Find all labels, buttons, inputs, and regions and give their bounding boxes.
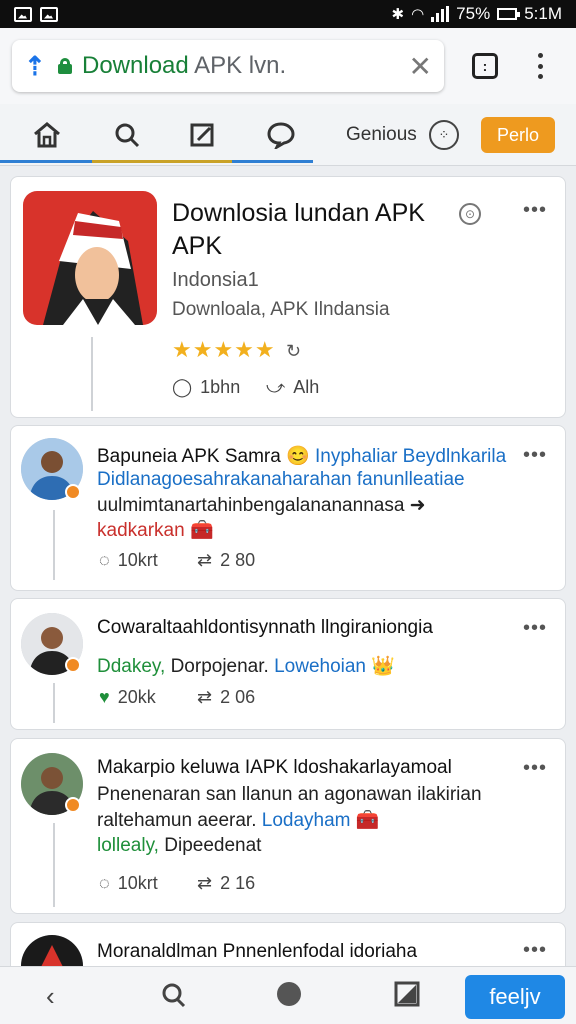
comment-stat[interactable]: ◯ 1bhn xyxy=(172,377,240,398)
battery-icon xyxy=(497,8,521,20)
verified-badge-icon xyxy=(65,797,81,813)
post-author: Cowaraltaahldontisynnath llngiraniongia xyxy=(97,617,433,638)
post-card[interactable]: Makarpio keluwa IAPK ldoshakarlayamoal •… xyxy=(10,738,566,914)
thread-line xyxy=(53,683,55,723)
heart-icon: ♥ xyxy=(99,687,110,707)
post-more-icon[interactable]: ••• xyxy=(523,939,547,962)
post-author: Makarpio keluwa IAPK ldoshakarlayamoal xyxy=(97,757,452,778)
clock: 5:1M xyxy=(524,4,562,23)
nav-genious-label[interactable]: Genious xyxy=(346,124,417,146)
rating-stars: ★★★★★ xyxy=(172,337,276,362)
thread-line xyxy=(91,337,93,411)
app-developer[interactable]: Downloala, APK Ilndansia xyxy=(172,299,390,321)
repost-stat[interactable]: ⇄ 2 06 xyxy=(197,687,255,708)
repost-icon: ⇄ xyxy=(197,550,213,570)
app-card[interactable]: Downlosia lundan APK APK ⊙ ••• Indonsia1… xyxy=(10,176,566,418)
image-notification-icon xyxy=(14,6,32,22)
recents-icon[interactable] xyxy=(394,981,420,1014)
edit-icon[interactable] xyxy=(186,118,220,152)
post-more-icon[interactable]: ••• xyxy=(523,444,547,467)
verified-badge-icon xyxy=(65,657,81,673)
reply-stat[interactable]: ◌ 10krt xyxy=(99,550,158,571)
bottom-action-button[interactable]: feeljv xyxy=(465,975,565,1019)
chat-icon[interactable] xyxy=(264,118,298,152)
up-arrow-icon[interactable]: ⇡ xyxy=(24,51,54,82)
home-circle-icon[interactable] xyxy=(276,981,302,1014)
lock-icon xyxy=(58,58,72,74)
post-text: lollealy, Dipeedenat xyxy=(97,835,262,856)
search-icon[interactable] xyxy=(110,118,144,152)
post-card[interactable]: Cowaraltaahldontisynnath llngiraniongia … xyxy=(10,598,566,730)
share-stat[interactable]: ⤻ Alh xyxy=(266,377,319,398)
browser-toolbar: ⇡ Download APK lvn. ✕ : xyxy=(0,28,576,104)
battery-percent: 75% xyxy=(456,4,491,23)
verified-badge-icon xyxy=(65,484,81,500)
reply-stat[interactable]: ◌ 10krt xyxy=(99,873,158,894)
post-text: Didlanagoesahrakanaharahan fanunlleatiae xyxy=(97,469,465,490)
post-text: uulmimtanartahinbengalananannasa ➜ xyxy=(97,495,426,516)
search-icon[interactable] xyxy=(160,981,188,1016)
post-card[interactable]: Bapuneia APK Samra 😊 Inyphaliar Beydlnka… xyxy=(10,425,566,591)
app-title: Downlosia lundan APK xyxy=(172,199,425,227)
post-more-icon[interactable]: ••• xyxy=(523,617,547,640)
info-icon[interactable]: ⊙ xyxy=(459,203,481,225)
post-text: Pnenenaran san llanun an agonawan ilakir… xyxy=(97,784,482,805)
thread-line xyxy=(53,510,55,580)
post-author: Bapuneia APK Samra 😊 Inyphaliar Beydlnka… xyxy=(97,446,507,467)
post-author: Moranaldlman Pnnenlenfodal idoriaha xyxy=(97,941,418,962)
bottom-navigation: ‹ feeljv xyxy=(0,966,576,1024)
bluetooth-icon: ✱ xyxy=(391,6,405,23)
repost-icon: ⇄ xyxy=(197,687,213,707)
app-logo-icon[interactable] xyxy=(23,191,157,325)
post-text: raltehamun aeerar. Lodayham 🧰 xyxy=(97,810,380,831)
home-icon[interactable] xyxy=(30,118,64,152)
gallery-notification-icon xyxy=(40,6,58,22)
overflow-menu-icon[interactable] xyxy=(530,50,550,82)
grid-dots-icon[interactable]: ⁘ xyxy=(429,120,459,150)
primary-action-button[interactable]: Perlo xyxy=(481,117,555,153)
post-text: Ddakey, Dorpojenar. Lowehoian 👑 xyxy=(97,656,395,677)
signal-icon xyxy=(431,6,450,22)
post-more-icon[interactable]: ••• xyxy=(523,757,547,780)
repost-icon: ⇄ xyxy=(197,873,213,893)
app-subtitle: Indonsia1 xyxy=(172,269,259,291)
repost-stat[interactable]: ⇄ 2 16 xyxy=(197,873,255,894)
comment-icon: ◯ xyxy=(172,377,193,397)
back-icon[interactable]: ‹ xyxy=(46,981,55,1012)
status-bar: ✱ ◠ 75% 5:1M xyxy=(0,0,576,28)
refresh-icon[interactable]: ↻ xyxy=(286,341,301,362)
close-icon[interactable]: ✕ xyxy=(409,50,432,83)
url-text[interactable]: Download APK lvn. xyxy=(82,52,286,80)
like-stat[interactable]: ♥ 20kk xyxy=(99,687,156,708)
reply-icon: ◌ xyxy=(99,550,110,570)
share-icon: ⤻ xyxy=(266,377,286,397)
address-bar[interactable]: ⇡ Download APK lvn. ✕ xyxy=(12,40,444,92)
repost-stat[interactable]: ⇄ 2 80 xyxy=(197,550,255,571)
app-more-icon[interactable]: ••• xyxy=(523,199,547,222)
app-title-line2: APK xyxy=(172,232,223,260)
nav-active-indicator xyxy=(92,160,232,163)
wifi-icon: ◠ xyxy=(411,6,425,23)
reply-icon: ◌ xyxy=(99,873,110,893)
tabs-button[interactable]: : xyxy=(472,53,498,79)
post-tag[interactable]: kadkarkan 🧰 xyxy=(97,518,214,542)
thread-line xyxy=(53,823,55,907)
